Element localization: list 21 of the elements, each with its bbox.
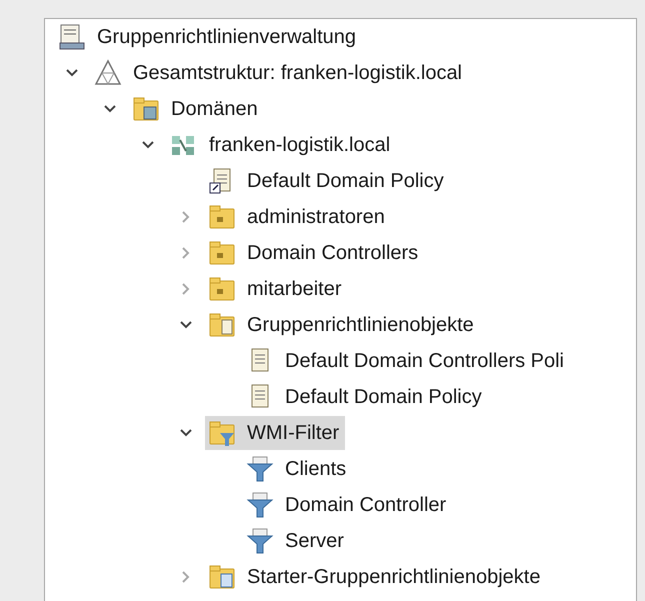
tree-item[interactable]: Starter-Gruppenrichtlinienobjekte [205,560,546,594]
tree-item[interactable]: Domain Controllers [205,236,424,270]
tree-item[interactable]: Domänen [129,92,264,126]
forest-icon [93,58,123,88]
tree-item[interactable]: Domain Controller [243,488,452,522]
tree-item[interactable]: Gruppenrichtlinienverwaltung [55,20,362,54]
tree-item[interactable]: Default Domain Policy [205,164,450,198]
tree-item[interactable]: Gesamtstruktur: franken-logistik.local [91,56,468,90]
tree-item[interactable]: Server [243,524,350,558]
filter-icon [245,454,275,484]
tree-item[interactable]: Gruppenrichtlinienobjekte [205,308,480,342]
tree-item[interactable]: WMI-Filter [205,416,346,450]
tree-item[interactable]: Clients [243,452,352,486]
tree-item[interactable]: franken-logistik.local [167,128,396,162]
filter-icon [245,490,275,520]
tree-item[interactable]: mitarbeiter [205,272,348,306]
tree-item[interactable]: Default Domain Policy [243,380,488,414]
console-icon [57,22,87,52]
filter-icon [245,526,275,556]
tree-item[interactable]: administratoren [205,200,391,234]
tree-item[interactable]: Default Domain Controllers Poli [243,344,570,378]
